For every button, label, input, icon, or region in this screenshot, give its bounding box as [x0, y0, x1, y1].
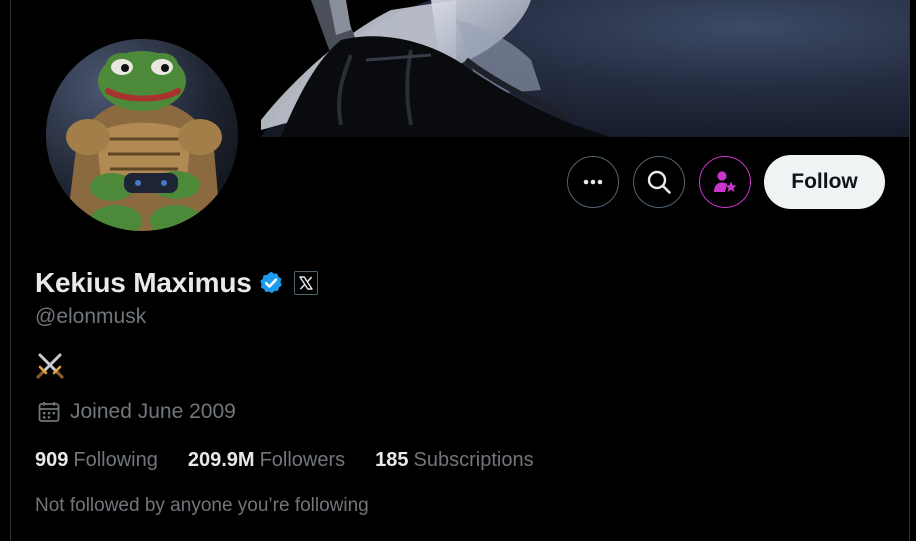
following-count: 909 — [35, 449, 69, 471]
verified-badge-icon[interactable] — [258, 270, 284, 296]
more-button[interactable] — [567, 156, 619, 208]
crossed-swords-icon — [36, 353, 64, 379]
column-border-right — [909, 0, 910, 541]
bio: ⚔️ — [35, 351, 65, 381]
profile-page: Follow Kekius Maximus @elonmusk Joined J… — [0, 0, 916, 541]
profile-name-row: Kekius Maximus — [35, 264, 318, 302]
profile-handle: @elonmusk — [35, 305, 147, 328]
subscriptions-count: 185 — [375, 449, 409, 471]
joined-date: Joined June 2009 — [37, 400, 236, 424]
more-icon — [583, 179, 603, 185]
joined-text: Joined June 2009 — [70, 400, 236, 423]
subscribe-button[interactable] — [699, 156, 751, 208]
search-profile-button[interactable] — [633, 156, 685, 208]
subscriptions-label: Subscriptions — [413, 449, 534, 471]
following-link[interactable]: 909 Following — [35, 449, 158, 472]
search-icon — [647, 170, 671, 194]
subscriptions-link[interactable]: 185 Subscriptions — [375, 449, 533, 472]
calendar-icon — [38, 402, 60, 422]
followers-you-know-note: Not followed by anyone you’re following — [35, 495, 369, 516]
follow-button[interactable]: Follow — [764, 155, 885, 209]
followers-link[interactable]: 209.9M Followers — [188, 449, 345, 472]
profile-stats: 909 Following 209.9M Followers 185 Subsc… — [35, 449, 564, 472]
followers-label: Followers — [259, 449, 346, 471]
display-name: Kekius Maximus — [35, 267, 252, 298]
x-logo-icon[interactable] — [293, 271, 318, 295]
person-star-icon — [714, 171, 737, 192]
followers-count: 209.9M — [187, 449, 255, 471]
following-label: Following — [73, 449, 158, 471]
avatar-image — [46, 39, 238, 231]
avatar[interactable] — [42, 35, 242, 235]
